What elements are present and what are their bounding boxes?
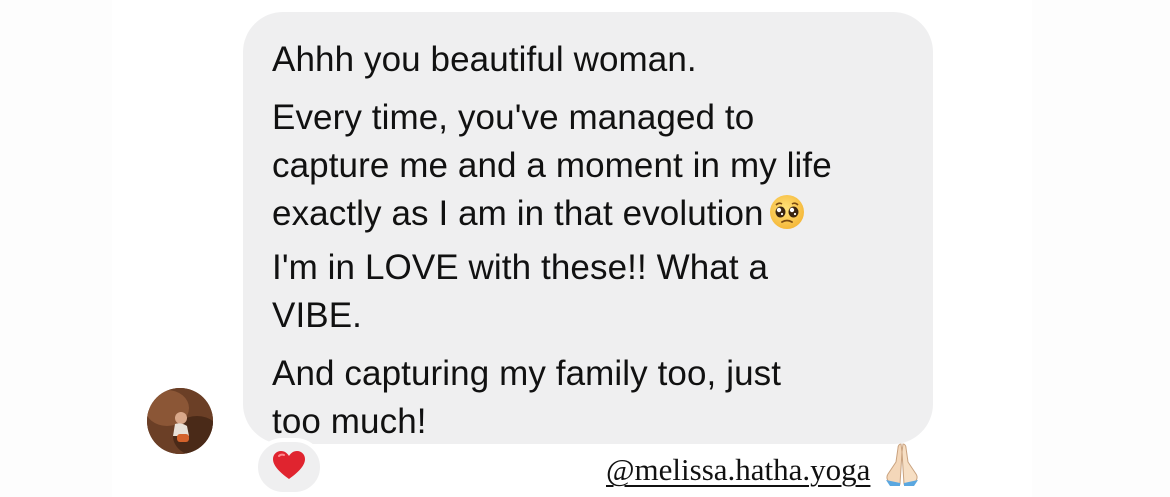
- message-bubble[interactable]: Ahhh you beautiful woman. Every time, yo…: [243, 12, 933, 444]
- red-heart-icon: [272, 450, 306, 485]
- message-paragraph: And capturing my family too, just too mu…: [272, 350, 912, 446]
- message-line: And capturing my family too, just: [272, 354, 782, 393]
- message-line: Ahhh you beautiful woman.: [272, 40, 697, 79]
- avatar[interactable]: [147, 388, 213, 454]
- mention-link[interactable]: @melissa.hatha.yoga: [604, 449, 873, 491]
- message-line-with-emoji: exactly as I am in that evolution: [272, 190, 912, 244]
- story-canvas: Ahhh you beautiful woman. Every time, yo…: [0, 0, 1170, 497]
- message-line: I'm in LOVE with these!! What a: [272, 248, 769, 287]
- pleading-face-icon: [768, 193, 806, 244]
- message-line: capture me and a moment in my life: [272, 146, 832, 185]
- message-line: VIBE.: [272, 296, 362, 335]
- message-line: exactly as I am in that evolution: [272, 194, 764, 233]
- message-paragraph: Every time, you've managed to capture me…: [272, 94, 912, 340]
- message-text: Ahhh you beautiful woman. Every time, yo…: [272, 36, 912, 456]
- message-line: too much!: [272, 402, 427, 441]
- message-line: Every time, you've managed to: [272, 98, 755, 137]
- message-paragraph: Ahhh you beautiful woman.: [272, 36, 912, 84]
- caption-row: @melissa.hatha.yoga: [604, 440, 924, 491]
- heart-reaction[interactable]: [254, 438, 324, 496]
- folded-hands-icon: [880, 440, 924, 491]
